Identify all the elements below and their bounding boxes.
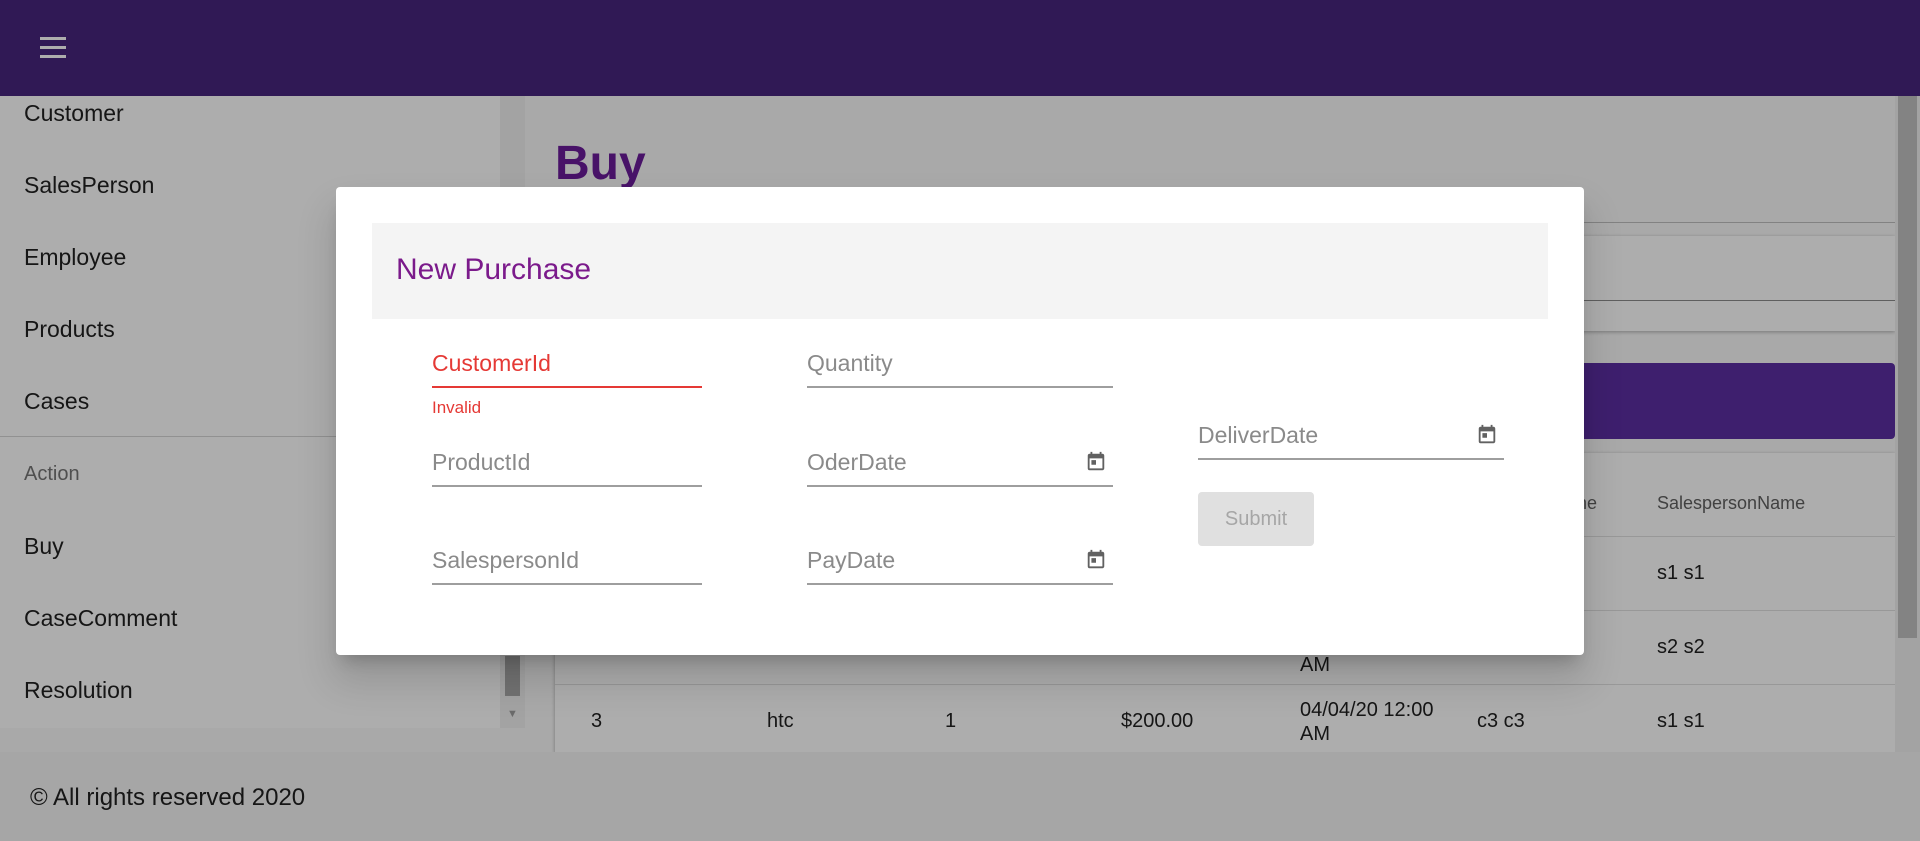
customer-id-field[interactable]: CustomerId xyxy=(432,342,702,388)
calendar-icon[interactable] xyxy=(1476,424,1498,446)
quantity-underline xyxy=(807,386,1113,388)
calendar-icon[interactable] xyxy=(1085,549,1107,571)
oder-date-underline xyxy=(807,485,1113,487)
dialog-title: New Purchase xyxy=(396,253,592,286)
salesperson-id-field[interactable]: SalespersonId xyxy=(432,539,702,585)
oder-date-field[interactable]: OderDate xyxy=(807,441,1113,487)
product-id-field[interactable]: ProductId xyxy=(432,441,702,487)
pay-date-field[interactable]: PayDate xyxy=(807,539,1113,585)
salesperson-id-underline xyxy=(432,583,702,585)
deliver-date-underline xyxy=(1198,458,1504,460)
pay-date-underline xyxy=(807,583,1113,585)
salesperson-id-label: SalespersonId xyxy=(432,547,580,573)
calendar-icon[interactable] xyxy=(1085,451,1107,473)
quantity-field[interactable]: Quantity xyxy=(807,342,1113,388)
quantity-label: Quantity xyxy=(807,350,893,376)
product-id-underline xyxy=(432,485,702,487)
dialog-header: New Purchase xyxy=(372,223,1548,319)
pay-date-label: PayDate xyxy=(807,547,896,573)
product-id-label: ProductId xyxy=(432,449,531,475)
customer-id-label: CustomerId xyxy=(432,350,551,376)
customer-id-underline xyxy=(432,386,702,388)
new-purchase-dialog: New Purchase CustomerId Invalid ProductI… xyxy=(336,187,1584,655)
customer-id-error: Invalid xyxy=(432,398,482,417)
oder-date-label: OderDate xyxy=(807,449,907,475)
deliver-date-field[interactable]: DeliverDate xyxy=(1198,414,1504,460)
deliver-date-label: DeliverDate xyxy=(1198,422,1319,448)
submit-button[interactable]: Submit xyxy=(1198,492,1314,546)
